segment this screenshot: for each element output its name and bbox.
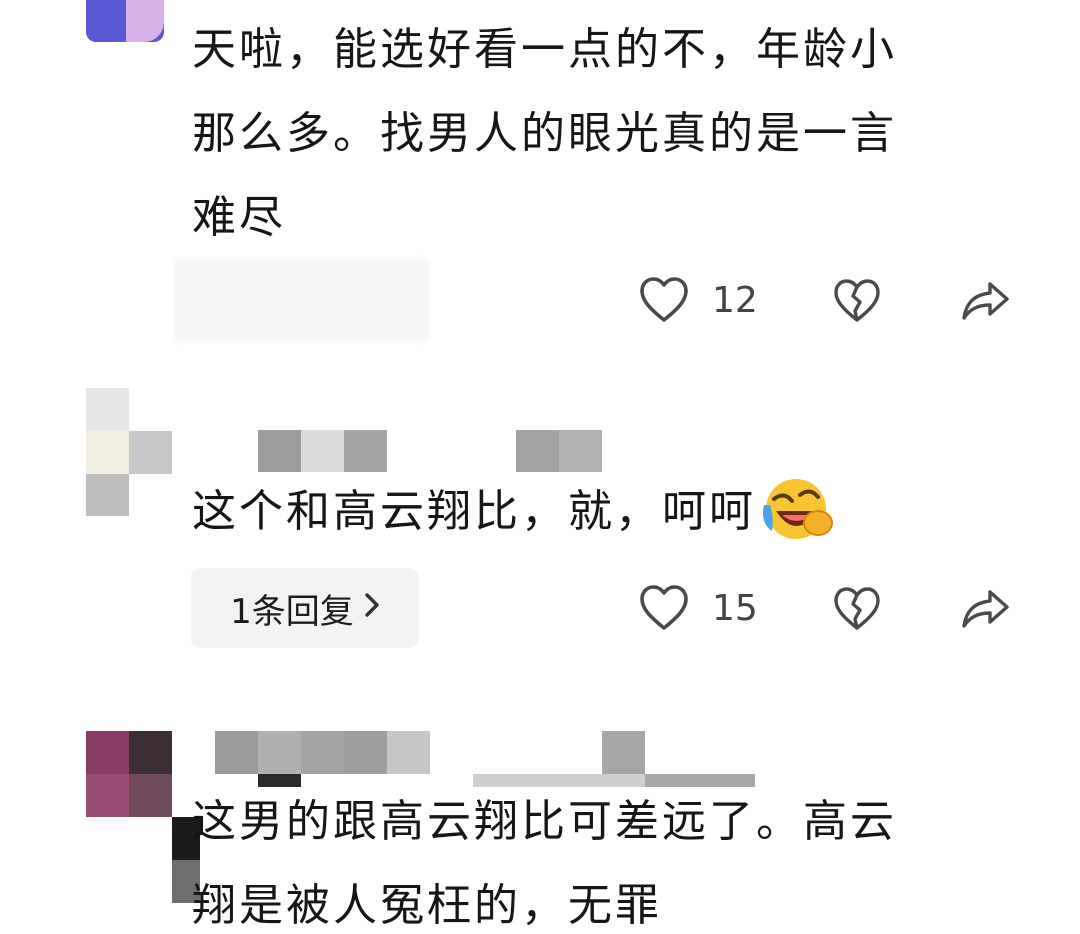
comment-line: 这个和高云翔比，就，呵呵 xyxy=(192,486,756,537)
comment-actions: 12 xyxy=(0,266,1080,336)
comment-line: 翔是被人冤枉的，无罪 xyxy=(192,880,662,931)
like-heart-icon[interactable] xyxy=(639,584,689,636)
dislike-broken-heart-icon[interactable] xyxy=(833,278,881,328)
dislike-broken-heart-icon[interactable] xyxy=(833,586,881,636)
comment-line: 这男的跟高云翔比可差远了。高云 xyxy=(192,796,897,847)
like-count: 12 xyxy=(712,280,758,321)
avatar[interactable] xyxy=(86,0,164,42)
avatar[interactable] xyxy=(86,731,172,817)
comment-line: 难尽 xyxy=(192,192,286,243)
username-redacted xyxy=(215,731,755,787)
comment-text: 这男的跟高云翔比可差远了。高云 翔是被人冤枉的，无罪 xyxy=(192,780,897,934)
like-heart-icon[interactable] xyxy=(639,276,689,328)
share-icon[interactable] xyxy=(960,280,1010,326)
comment-actions: 15 xyxy=(0,574,1080,644)
comment-text: 这个和高云翔比，就，呵呵 xyxy=(192,470,834,554)
share-icon[interactable] xyxy=(960,588,1010,634)
like-count: 15 xyxy=(712,588,758,629)
avatar[interactable] xyxy=(86,388,172,516)
username-redacted xyxy=(258,430,602,472)
comment-line: 天啦，能选好看一点的不，年龄小 xyxy=(192,24,897,75)
comment-text: 天啦，能选好看一点的不，年龄小 那么多。找男人的眼光真的是一言 难尽 xyxy=(192,8,897,260)
comment-feed: 天啦，能选好看一点的不，年龄小 那么多。找男人的眼光真的是一言 难尽 12 这个… xyxy=(0,0,1080,934)
face-with-tears-of-joy-emoji xyxy=(760,471,834,545)
comment-line: 那么多。找男人的眼光真的是一言 xyxy=(192,108,897,159)
